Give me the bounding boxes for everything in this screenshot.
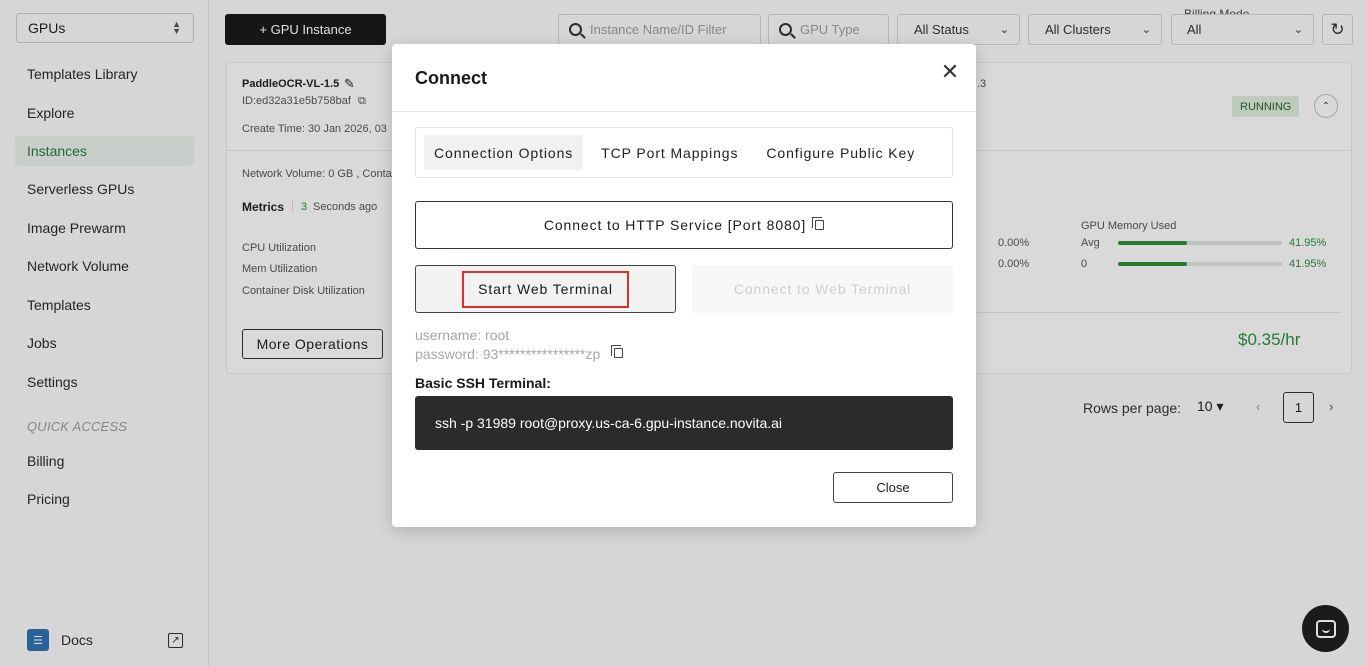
tab-configure-public-key[interactable]: Configure Public Key bbox=[756, 135, 925, 170]
tab-tcp-port-mappings[interactable]: TCP Port Mappings bbox=[591, 135, 748, 170]
ssh-command-box[interactable]: ssh -p 31989 root@proxy.us-ca-6.gpu-inst… bbox=[415, 396, 953, 450]
connect-modal: Connect ✕ Connection Options TCP Port Ma… bbox=[392, 44, 976, 527]
close-button[interactable]: Close bbox=[833, 472, 953, 503]
ssh-command: ssh -p 31989 root@proxy.us-ca-6.gpu-inst… bbox=[435, 415, 783, 431]
start-web-terminal-button[interactable]: Start Web Terminal bbox=[415, 265, 676, 313]
tab-connection-options[interactable]: Connection Options bbox=[424, 135, 584, 170]
modal-title: Connect bbox=[415, 68, 487, 88]
modal-divider bbox=[392, 111, 976, 112]
password-text: password: 93****************zp bbox=[415, 346, 601, 362]
start-web-terminal-label: Start Web Terminal bbox=[478, 281, 613, 297]
http-service-label: Connect to HTTP Service [Port 8080] bbox=[543, 217, 807, 233]
start-web-terminal-highlight: Start Web Terminal bbox=[462, 270, 629, 308]
copy-password-icon[interactable] bbox=[611, 345, 623, 358]
connect-tabs: Connection Options TCP Port Mappings Con… bbox=[415, 127, 953, 178]
username-text: username: root bbox=[415, 327, 510, 343]
ssh-terminal-label: Basic SSH Terminal: bbox=[415, 375, 551, 391]
connect-web-terminal-button[interactable]: Connect to Web Terminal bbox=[692, 265, 953, 313]
close-icon[interactable]: ✕ bbox=[938, 59, 962, 84]
connect-http-service-button[interactable]: Connect to HTTP Service [Port 8080] bbox=[415, 201, 953, 249]
copy-icon[interactable] bbox=[812, 217, 825, 230]
